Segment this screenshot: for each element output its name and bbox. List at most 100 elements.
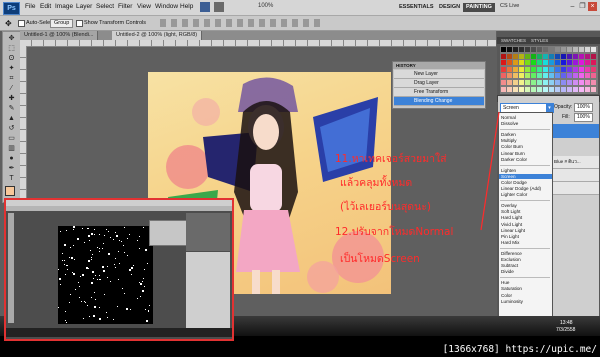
menu-edit[interactable]: Edit [40, 3, 51, 10]
swatch[interactable] [579, 47, 584, 52]
swatch[interactable] [561, 47, 566, 52]
swatch[interactable] [585, 73, 590, 79]
swatch[interactable] [555, 53, 560, 59]
swatch[interactable] [531, 80, 536, 85]
swatch[interactable] [519, 66, 524, 72]
marquee-icon[interactable]: ⬚ [6, 44, 17, 53]
swatch[interactable] [573, 53, 578, 59]
swatch[interactable] [501, 86, 506, 92]
dodge-icon[interactable]: ● [6, 154, 17, 163]
swatch[interactable] [549, 80, 554, 85]
swatch[interactable] [561, 80, 566, 85]
blend-mode-option[interactable]: Saturation [501, 286, 522, 291]
blend-mode-option[interactable]: Linear Burn [501, 151, 525, 156]
blend-mode-option[interactable]: Hard Mix [501, 240, 519, 245]
blend-mode-option[interactable]: Vivid Light [501, 222, 522, 227]
opacity-input[interactable]: 100% [574, 103, 593, 112]
auto-select-checkbox[interactable] [18, 20, 25, 29]
restore-icon[interactable]: ❐ [578, 2, 587, 11]
swatch[interactable] [525, 47, 530, 52]
swatch[interactable] [513, 60, 518, 66]
swatch[interactable] [573, 80, 578, 85]
eyedropper-icon[interactable]: ⁄ [6, 84, 17, 93]
fill-input[interactable]: 100% [574, 113, 593, 122]
swatch[interactable] [507, 53, 512, 59]
swatch[interactable] [537, 86, 542, 92]
swatch[interactable] [507, 86, 512, 92]
swatch[interactable] [591, 47, 596, 52]
swatch[interactable] [543, 73, 548, 79]
menu-image[interactable]: Image [55, 3, 73, 10]
blend-mode-option[interactable]: Exclusion [501, 257, 521, 262]
swatch[interactable] [537, 80, 542, 85]
healing-icon[interactable]: ✚ [6, 94, 17, 103]
align-buttons[interactable] [160, 19, 320, 27]
eraser-icon[interactable]: ▭ [6, 134, 17, 143]
swatch[interactable] [561, 86, 566, 92]
history-row[interactable]: New Layer [394, 70, 484, 79]
tab-styles[interactable]: STYLES [529, 37, 550, 44]
layer-row-selected[interactable] [552, 124, 599, 138]
blend-mode-option[interactable]: Divide [501, 269, 514, 274]
swatch[interactable] [519, 86, 524, 92]
swatch[interactable] [525, 73, 530, 79]
swatch[interactable] [501, 47, 506, 52]
blend-mode-option[interactable]: Linear Light [501, 228, 525, 233]
tab-swatches[interactable]: SWATCHES [499, 37, 528, 44]
swatch[interactable] [573, 86, 578, 92]
menu-help[interactable]: Help [180, 3, 193, 10]
pen-icon[interactable]: ✒ [6, 164, 17, 173]
swatch[interactable] [591, 73, 596, 79]
swatch[interactable] [513, 80, 518, 85]
type-icon[interactable]: T [6, 174, 17, 183]
swatch[interactable] [579, 66, 584, 72]
move-icon[interactable]: ✥ [6, 34, 17, 43]
swatch[interactable] [537, 66, 542, 72]
swatches-grid[interactable] [500, 46, 598, 94]
swatch[interactable] [543, 47, 548, 52]
swatch[interactable] [537, 60, 542, 66]
stamp-icon[interactable]: ▲ [6, 114, 17, 123]
swatch[interactable] [567, 53, 572, 59]
swatch[interactable] [519, 53, 524, 59]
swatch[interactable] [567, 66, 572, 72]
swatch[interactable] [501, 73, 506, 79]
swatch[interactable] [591, 86, 596, 92]
swatch[interactable] [519, 73, 524, 79]
swatch[interactable] [543, 66, 548, 72]
swatch[interactable] [537, 53, 542, 59]
swatch[interactable] [531, 53, 536, 59]
swatch[interactable] [549, 66, 554, 72]
swatch[interactable] [561, 60, 566, 66]
swatch[interactable] [525, 60, 530, 66]
swatch[interactable] [513, 86, 518, 92]
swatch[interactable] [561, 73, 566, 79]
history-row[interactable]: Free Transform [394, 88, 484, 97]
swatch[interactable] [507, 66, 512, 72]
swatch[interactable] [567, 80, 572, 85]
swatch[interactable] [573, 73, 578, 79]
blend-mode-option[interactable]: Darken [501, 132, 516, 137]
blend-mode-option[interactable]: Color Burn [501, 144, 523, 149]
swatch[interactable] [579, 73, 584, 79]
foreground-color-swatch[interactable] [5, 186, 15, 196]
menu-filter[interactable]: Filter [118, 3, 132, 10]
blend-mode-option[interactable]: Luminosity [501, 299, 523, 304]
swatch[interactable] [531, 47, 536, 52]
swatch[interactable] [543, 60, 548, 66]
blend-mode-option[interactable]: Dissolve [501, 121, 518, 126]
swatch[interactable] [591, 80, 596, 85]
workspace-essentials[interactable]: ESSENTIALS [396, 3, 437, 12]
menu-file[interactable]: File [25, 3, 35, 10]
blend-mode-option[interactable]: Overlay [501, 203, 517, 208]
swatch[interactable] [525, 66, 530, 72]
swatch[interactable] [567, 47, 572, 52]
minimize-icon[interactable]: – [568, 2, 577, 11]
layer-row[interactable] [552, 182, 599, 195]
blend-mode-option[interactable]: Color [501, 293, 512, 298]
swatch[interactable] [513, 47, 518, 52]
swatch[interactable] [549, 53, 554, 59]
swatch[interactable] [507, 80, 512, 85]
swatch[interactable] [585, 80, 590, 85]
blend-mode-option[interactable]: Linear Dodge (Add) [501, 186, 541, 191]
